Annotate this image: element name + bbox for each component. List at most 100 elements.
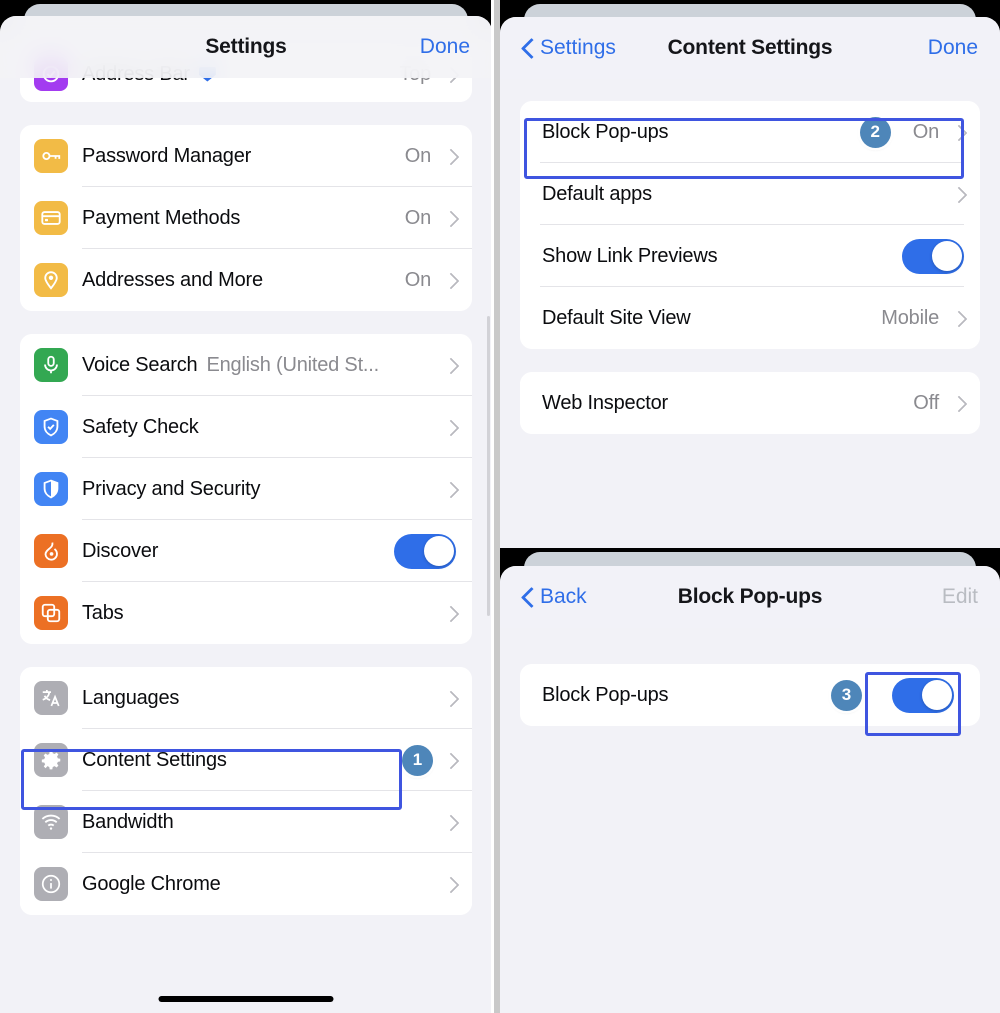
tabs-icon	[34, 596, 68, 630]
row-tabs[interactable]: Tabs	[20, 582, 472, 644]
phone-panel-settings: Address Bar Top	[0, 0, 492, 1013]
row-label: Block Pop-ups	[542, 120, 669, 143]
chevron-right-icon	[445, 209, 456, 227]
block-popups-navbar: Back Block Pop-ups Edit	[500, 566, 1000, 628]
chevron-right-icon	[445, 356, 456, 374]
row-label: Content Settings	[82, 748, 227, 771]
row-label: Payment Methods	[82, 206, 241, 229]
row-safety-check[interactable]: Safety Check	[20, 396, 472, 458]
chevron-left-icon	[522, 38, 534, 58]
row-label: Privacy and Security	[82, 477, 261, 500]
row-label: Default apps	[542, 182, 652, 205]
row-voice-search[interactable]: Voice Search English (United St...	[20, 334, 472, 396]
block-popups-scroll-content[interactable]: Block Pop-ups 3	[500, 628, 1000, 726]
chevron-right-icon	[445, 147, 456, 165]
step-badge-2: 2	[859, 116, 891, 148]
step-badge-1: 1	[402, 744, 433, 776]
home-indicator	[158, 996, 334, 1002]
row-value: On	[912, 120, 939, 143]
shield-check-icon	[34, 410, 68, 444]
row-payment-methods[interactable]: Payment Methods On	[20, 187, 472, 249]
discover-toggle[interactable]	[394, 533, 456, 569]
row-value: On	[404, 144, 431, 167]
done-button[interactable]: Done	[868, 36, 978, 60]
panel-divider	[491, 0, 500, 1013]
row-bandwidth[interactable]: Bandwidth	[20, 791, 472, 853]
block-popups-toggle[interactable]	[892, 677, 954, 713]
row-label: Default Site View	[542, 306, 691, 329]
row-value: Mobile	[881, 306, 939, 329]
row-privacy-and-security[interactable]: Privacy and Security	[20, 458, 472, 520]
page-title: Settings	[205, 35, 287, 58]
done-button[interactable]: Done	[360, 35, 470, 59]
chevron-right-icon	[445, 604, 456, 622]
back-button-label: Settings	[540, 36, 616, 59]
settings-scroll-content[interactable]: Address Bar Top	[0, 46, 492, 915]
settings-sheet: Address Bar Top	[0, 16, 492, 1013]
row-value: On	[404, 206, 431, 229]
block-popups-sheet: Back Block Pop-ups Edit Block Pop-ups 3	[500, 566, 1000, 1013]
flame-icon	[34, 534, 68, 568]
row-block-popups-toggle[interactable]: Block Pop-ups 3	[520, 664, 980, 726]
row-label: Tabs	[82, 601, 124, 624]
row-google-chrome[interactable]: Google Chrome	[20, 853, 472, 915]
content-settings-group-developer: Web Inspector Off	[520, 372, 980, 434]
phone-panel-content-settings: Settings Content Settings Done Block Pop…	[500, 0, 1000, 548]
wifi-icon	[34, 805, 68, 839]
chevron-right-icon	[953, 309, 964, 327]
chevron-right-icon	[953, 123, 964, 141]
chevron-right-icon	[445, 271, 456, 289]
row-discover[interactable]: Discover	[20, 520, 472, 582]
row-addresses-and-more[interactable]: Addresses and More On	[20, 249, 472, 311]
chevron-right-icon	[445, 480, 456, 498]
back-button[interactable]: Back	[522, 585, 632, 609]
content-settings-sheet: Settings Content Settings Done Block Pop…	[500, 17, 1000, 548]
location-pin-icon	[34, 263, 68, 297]
content-settings-scroll-content[interactable]: Block Pop-ups 2 On Default apps Show Lin…	[500, 79, 1000, 434]
chevron-right-icon	[953, 394, 964, 412]
row-label: Google Chrome	[82, 872, 221, 895]
key-icon	[34, 139, 68, 173]
translate-icon	[34, 681, 68, 715]
row-label: Bandwidth	[82, 810, 174, 833]
screenshot-root: Address Bar Top	[0, 0, 1000, 1013]
row-content-settings[interactable]: Content Settings 1	[20, 729, 472, 791]
phone-panel-block-popups: Back Block Pop-ups Edit Block Pop-ups 3	[500, 548, 1000, 1013]
row-label: Password Manager	[82, 144, 252, 167]
settings-group-browsing: Voice Search English (United St... Safet…	[20, 334, 472, 644]
edit-button[interactable]: Edit	[868, 585, 978, 609]
back-button-label: Back	[540, 585, 587, 608]
row-label: Addresses and More	[82, 268, 263, 291]
page-title: Content Settings	[667, 36, 833, 59]
microphone-icon	[34, 348, 68, 382]
row-default-apps[interactable]: Default apps	[520, 163, 980, 225]
settings-navbar: Settings Done	[0, 16, 492, 78]
row-password-manager[interactable]: Password Manager On	[20, 125, 472, 187]
row-web-inspector[interactable]: Web Inspector Off	[520, 372, 980, 434]
row-label: Web Inspector	[542, 391, 668, 414]
step-badge-3: 3	[831, 679, 862, 711]
row-label: Voice Search	[82, 353, 198, 376]
shield-half-icon	[34, 472, 68, 506]
page-title: Block Pop-ups	[677, 585, 823, 608]
chevron-left-icon	[522, 587, 534, 607]
show-link-previews-toggle[interactable]	[902, 238, 964, 274]
gear-icon	[34, 743, 68, 777]
row-value: On	[404, 268, 431, 291]
credit-card-icon	[34, 201, 68, 235]
row-show-link-previews[interactable]: Show Link Previews	[520, 225, 980, 287]
back-button[interactable]: Settings	[522, 36, 632, 60]
row-label: Block Pop-ups	[542, 683, 669, 706]
row-label: Languages	[82, 686, 180, 709]
block-popups-group: Block Pop-ups 3	[520, 664, 980, 726]
row-label: Safety Check	[82, 415, 199, 438]
info-circle-icon	[34, 867, 68, 901]
row-block-popups[interactable]: Block Pop-ups 2 On	[520, 101, 980, 163]
row-languages[interactable]: Languages	[20, 667, 472, 729]
scrollbar[interactable]	[487, 316, 490, 616]
row-default-site-view[interactable]: Default Site View Mobile	[520, 287, 980, 349]
row-value: Off	[913, 391, 939, 414]
content-settings-navbar: Settings Content Settings Done	[500, 17, 1000, 79]
settings-group-autofill: Password Manager On Payment Methods On A…	[20, 125, 472, 311]
chevron-right-icon	[445, 689, 456, 707]
